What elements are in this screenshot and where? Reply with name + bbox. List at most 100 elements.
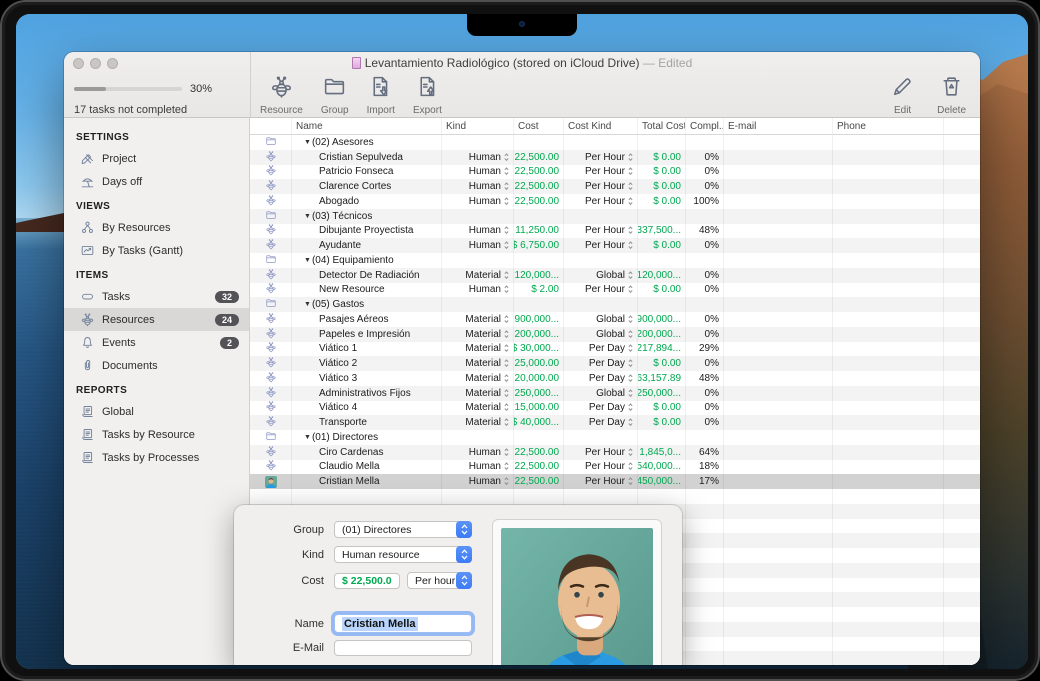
kind-cell[interactable]: Human	[442, 224, 514, 239]
kind-cell[interactable]: Material	[442, 327, 514, 342]
sidebar-item-documents[interactable]: Documents	[64, 354, 249, 377]
email-cell[interactable]	[724, 371, 833, 386]
cost-kind-cell[interactable]: Per Day	[564, 356, 638, 371]
resource-row[interactable]: Pasajes AéreosMaterial$ 900,000...Global…	[250, 312, 980, 327]
stepper-icon[interactable]	[504, 315, 509, 324]
resource-row[interactable]: Patricio FonsecaHuman$ 22,500.00Per Hour…	[250, 165, 980, 180]
email-input[interactable]	[334, 640, 472, 656]
stepper-icon[interactable]	[628, 389, 633, 398]
stepper-icon[interactable]	[504, 448, 509, 457]
header-cell-phone[interactable]: Phone	[833, 118, 944, 134]
email-cell[interactable]	[724, 135, 833, 150]
kind-cell[interactable]: Human	[442, 179, 514, 194]
phone-cell[interactable]	[833, 386, 944, 401]
kind-cell[interactable]: Material	[442, 386, 514, 401]
cost-cell[interactable]: $ 200,000...	[514, 327, 564, 342]
disclosure-triangle-icon[interactable]: ▼	[304, 139, 311, 146]
cost-cell[interactable]: $ 22,500.00	[514, 194, 564, 209]
resource-row[interactable]: TransporteMaterial$ 40,000...Per Day$ 0.…	[250, 415, 980, 430]
email-cell[interactable]	[724, 401, 833, 416]
cost-kind-cell[interactable]: Per Hour	[564, 283, 638, 298]
kind-cell[interactable]: Human	[442, 460, 514, 475]
disclosure-triangle-icon[interactable]: ▼	[304, 213, 311, 220]
cost-cell[interactable]: $ 40,000...	[514, 415, 564, 430]
cost-kind-cell[interactable]: Per Hour	[564, 474, 638, 489]
sidebar-item-tasks[interactable]: Tasks32	[64, 285, 249, 308]
sidebar-item-tasks-by-resource[interactable]: Tasks by Resource	[64, 423, 249, 446]
stepper-icon[interactable]	[504, 182, 509, 191]
stepper-icon[interactable]	[504, 226, 509, 235]
cost-kind-cell[interactable]: Global	[564, 268, 638, 283]
phone-cell[interactable]	[833, 224, 944, 239]
disclosure-triangle-icon[interactable]: ▼	[304, 257, 311, 264]
cost-cell[interactable]: $ 22,500.00	[514, 179, 564, 194]
stepper-icon[interactable]	[504, 418, 509, 427]
sidebar-item-resources[interactable]: Resources24	[64, 308, 249, 331]
group-button[interactable]: Group	[321, 74, 349, 116]
sidebar-item-events[interactable]: Events2	[64, 331, 249, 354]
header-cell-totalcost[interactable]: Total Cost	[638, 118, 686, 134]
cost-field[interactable]: $ 22,500.0	[334, 573, 400, 589]
cost-cell[interactable]: $ 6,750.00	[514, 238, 564, 253]
resource-button[interactable]: Resource	[260, 74, 303, 116]
stepper-icon[interactable]	[628, 448, 633, 457]
cost-kind-cell[interactable]: Global	[564, 386, 638, 401]
phone-cell[interactable]	[833, 327, 944, 342]
kind-cell[interactable]: Human	[442, 194, 514, 209]
cost-cell[interactable]: $ 250,000...	[514, 386, 564, 401]
sidebar-item-by-resources[interactable]: By Resources	[64, 216, 249, 239]
stepper-icon[interactable]	[628, 315, 633, 324]
email-cell[interactable]	[724, 224, 833, 239]
phone-cell[interactable]	[833, 268, 944, 283]
cost-cell[interactable]: $ 20,000.00	[514, 371, 564, 386]
sidebar-item-by-tasks-gantt-[interactable]: By Tasks (Gantt)	[64, 239, 249, 262]
import-button[interactable]: Import	[367, 74, 395, 116]
stepper-icon[interactable]	[504, 167, 509, 176]
resource-row[interactable]: Papeles e ImpresiónMaterial$ 200,000...G…	[250, 327, 980, 342]
cost-cell[interactable]: $ 120,000...	[514, 268, 564, 283]
select-stepper-icon[interactable]	[456, 521, 472, 538]
kind-cell[interactable]: Material	[442, 415, 514, 430]
cost-cell[interactable]: $ 22,500.00	[514, 165, 564, 180]
group-row[interactable]: ▼(03) Técnicos	[250, 209, 980, 224]
phone-cell[interactable]	[833, 415, 944, 430]
stepper-icon[interactable]	[628, 477, 633, 486]
stepper-icon[interactable]	[628, 167, 633, 176]
stepper-icon[interactable]	[504, 389, 509, 398]
email-cell[interactable]	[724, 460, 833, 475]
cost-kind-cell[interactable]: Per Hour	[564, 445, 638, 460]
header-cell-costkind[interactable]: Cost Kind	[564, 118, 638, 134]
resource-row[interactable]: Viático 2Material$ 25,000.00Per Day$ 0.0…	[250, 356, 980, 371]
stepper-icon[interactable]	[504, 241, 509, 250]
resource-row[interactable]: Administrativos FijosMaterial$ 250,000..…	[250, 386, 980, 401]
phone-cell[interactable]	[833, 356, 944, 371]
select-stepper-icon[interactable]	[456, 572, 472, 589]
group-row[interactable]: ▼(05) Gastos	[250, 297, 980, 312]
phone-cell[interactable]	[833, 445, 944, 460]
stepper-icon[interactable]	[504, 197, 509, 206]
stepper-icon[interactable]	[628, 153, 633, 162]
email-cell[interactable]	[724, 386, 833, 401]
cost-kind-cell[interactable]: Per Day	[564, 342, 638, 357]
stepper-icon[interactable]	[628, 462, 633, 471]
stepper-icon[interactable]	[628, 344, 633, 353]
cost-kind-cell[interactable]: Per Hour	[564, 150, 638, 165]
cost-kind-cell[interactable]: Per Hour	[564, 194, 638, 209]
stepper-icon[interactable]	[628, 285, 633, 294]
resource-row[interactable]: AyudanteHuman$ 6,750.00Per Hour$ 0.000%	[250, 238, 980, 253]
cost-kind-cell[interactable]: Per Day	[564, 415, 638, 430]
stepper-icon[interactable]	[504, 330, 509, 339]
email-cell[interactable]	[724, 445, 833, 460]
email-cell[interactable]	[724, 194, 833, 209]
email-cell[interactable]	[724, 327, 833, 342]
phone-cell[interactable]	[833, 194, 944, 209]
resource-row[interactable]: Viático 3Material$ 20,000.00Per Day$ 63,…	[250, 371, 980, 386]
stepper-icon[interactable]	[628, 182, 633, 191]
kind-select[interactable]: Human resource	[334, 546, 472, 563]
stepper-icon[interactable]	[628, 241, 633, 250]
stepper-icon[interactable]	[628, 359, 633, 368]
phone-cell[interactable]	[833, 371, 944, 386]
stepper-icon[interactable]	[628, 271, 633, 280]
kind-cell[interactable]: Human	[442, 150, 514, 165]
email-cell[interactable]	[724, 356, 833, 371]
